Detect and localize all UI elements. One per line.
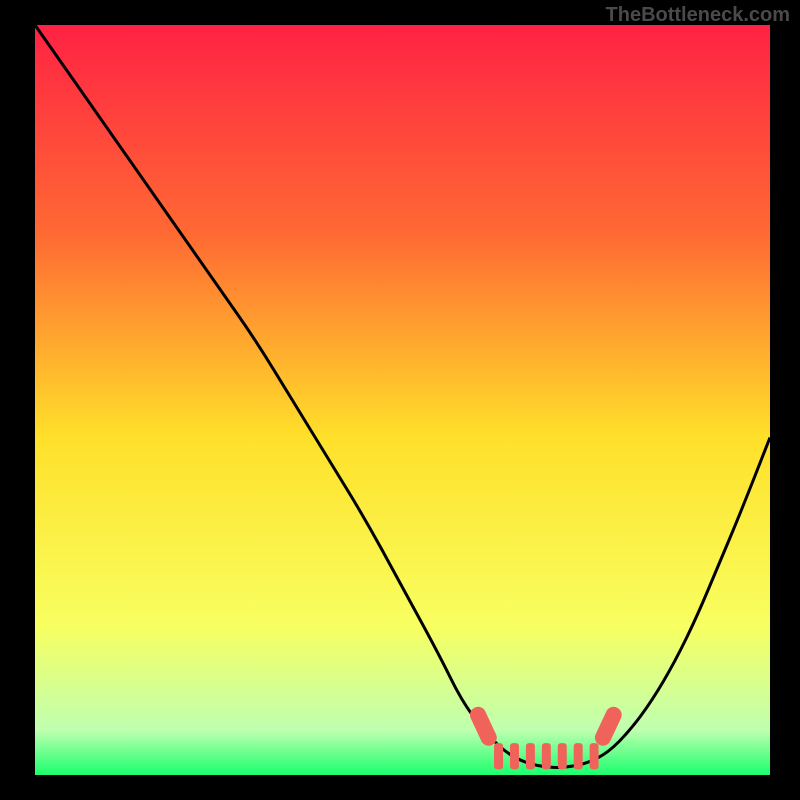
gradient-background <box>35 25 770 775</box>
bottom-band <box>510 743 519 769</box>
bottom-band <box>542 743 551 769</box>
bottom-band <box>526 743 535 769</box>
bottom-band <box>590 743 599 769</box>
bottleneck-chart <box>35 25 770 775</box>
chart-container <box>35 25 770 775</box>
bottom-band <box>558 743 567 769</box>
bottom-band <box>494 743 503 769</box>
site-watermark: TheBottleneck.com <box>606 4 790 27</box>
bottom-band <box>574 743 583 769</box>
